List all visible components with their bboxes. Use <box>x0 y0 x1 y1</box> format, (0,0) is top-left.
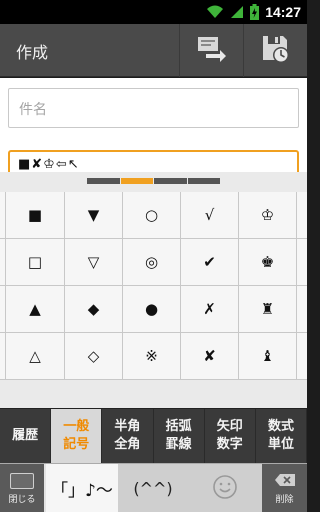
symbol-grid: ■ ▼ ○ √ ♔ □ ▽ ◎ ✔ ♚ ▲ ◆ ● ✗ ♜ △ ◇ ※ ✘ ♝ <box>0 192 307 380</box>
backspace-icon <box>274 473 296 490</box>
page-title: 作成 <box>16 43 49 62</box>
subject-placeholder: 件名 <box>19 102 47 118</box>
category-tab[interactable]: 一般 記号 <box>51 409 103 463</box>
delete-button[interactable]: 削除 <box>262 464 307 512</box>
symbol-key[interactable]: ✔ <box>181 239 239 286</box>
symbol-key[interactable]: √ <box>181 192 239 239</box>
tab-kaomoji-label: (^^) <box>133 479 173 498</box>
clock: 14:27 <box>265 4 301 20</box>
signal-icon <box>230 5 244 19</box>
category-label: 数字 <box>216 437 243 452</box>
symbol-key[interactable]: ✘ <box>181 333 239 380</box>
symbol-key[interactable]: ● <box>123 286 181 333</box>
delete-label: 削除 <box>275 494 294 505</box>
category-label: 単位 <box>267 437 294 452</box>
symbol-key[interactable]: □ <box>6 239 65 286</box>
symbol-key[interactable]: ※ <box>123 333 181 380</box>
keyboard-icon <box>10 472 34 489</box>
category-tab[interactable]: 数式 単位 <box>256 409 308 463</box>
category-bar: 履歴 一般 記号 半角 全角 括弧 罫線 矢印 数字 数式 単位 <box>0 408 308 463</box>
subject-field[interactable]: 件名 <box>8 88 299 128</box>
symbol-key[interactable]: ◎ <box>123 239 181 286</box>
status-bar: 14:27 <box>0 0 307 24</box>
wifi-icon <box>206 5 224 19</box>
symbol-key[interactable]: ♜ <box>239 286 297 333</box>
page-indicator-segment <box>87 178 120 184</box>
tab-emoji[interactable] <box>188 464 262 512</box>
save-draft-button[interactable] <box>243 24 307 77</box>
category-label: 全角 <box>114 437 141 452</box>
keyboard-bottom-bar: 閉じる 「」♪〜 (^^) 削除 <box>0 463 307 512</box>
page-indicator-segment <box>187 178 220 184</box>
symbol-key[interactable]: ✗ <box>181 286 239 333</box>
grid-edge <box>297 239 307 286</box>
symbol-key[interactable]: ■ <box>6 192 65 239</box>
symbol-key[interactable]: ▲ <box>6 286 65 333</box>
category-tab[interactable]: 半角 全角 <box>102 409 154 463</box>
tab-kaomoji[interactable]: (^^) <box>118 464 188 512</box>
close-keyboard-button[interactable]: 閉じる <box>0 464 44 512</box>
category-label: 矢印 <box>216 419 243 434</box>
grid-edge <box>297 286 307 333</box>
category-label: 記号 <box>63 437 90 452</box>
page-indicator-segment <box>154 178 187 184</box>
close-label: 閉じる <box>8 494 36 505</box>
symbol-key[interactable]: ♔ <box>239 192 297 239</box>
save-draft-icon <box>261 34 291 68</box>
symbol-key[interactable]: ▽ <box>65 239 123 286</box>
category-label: 半角 <box>114 419 141 434</box>
symbol-key[interactable]: ◇ <box>65 333 123 380</box>
symbol-key[interactable]: ▼ <box>65 192 123 239</box>
category-label: 罫線 <box>165 437 192 452</box>
page-indicator-segment <box>120 178 153 184</box>
symbol-key[interactable]: △ <box>6 333 65 380</box>
category-tab[interactable]: 括弧 罫線 <box>154 409 205 463</box>
category-label: 一般 <box>63 419 90 434</box>
category-tab[interactable]: 履歴 <box>0 409 52 463</box>
category-tab[interactable]: 矢印 数字 <box>205 409 256 463</box>
battery-charging-icon <box>250 4 260 20</box>
symbol-key[interactable]: ♚ <box>239 239 297 286</box>
category-label: 括弧 <box>165 419 192 434</box>
body-text: ■✘♔⇦↖ <box>18 157 80 172</box>
page-indicator <box>87 178 220 184</box>
category-label: 履歴 <box>12 428 39 443</box>
grid-edge <box>297 192 307 239</box>
category-label: 数式 <box>267 419 294 434</box>
symbol-key[interactable]: ♝ <box>239 333 297 380</box>
action-bar: 作成 <box>0 24 307 77</box>
send-button[interactable] <box>179 24 243 77</box>
smiley-icon <box>212 474 238 504</box>
tab-symbols[interactable]: 「」♪〜 <box>46 464 118 512</box>
symbol-keyboard: ■ ▼ ○ √ ♔ □ ▽ ◎ ✔ ♚ ▲ ◆ ● ✗ ♜ △ ◇ ※ ✘ ♝ 履歴 一般 記号 半角 全角 括弧 罫線 矢印 数字数… <box>0 172 308 512</box>
symbol-key[interactable]: ○ <box>123 192 181 239</box>
symbol-key[interactable]: ◆ <box>65 286 123 333</box>
send-icon <box>196 35 228 67</box>
tab-symbols-label: 「」♪〜 <box>51 481 113 501</box>
grid-edge <box>297 333 307 380</box>
